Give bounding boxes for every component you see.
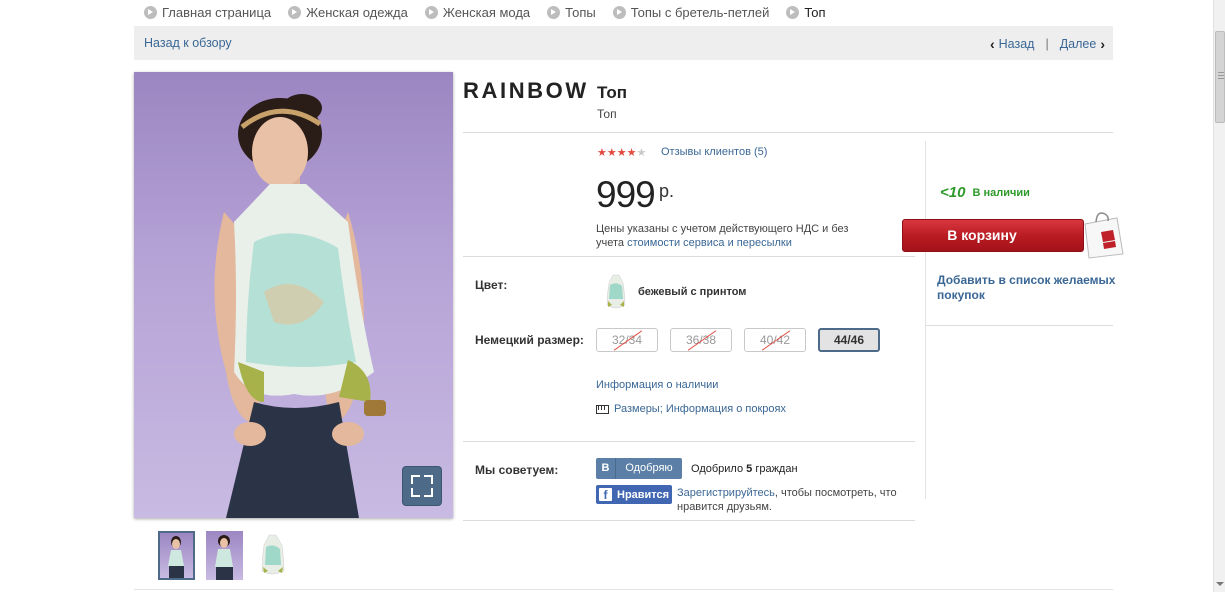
next-product-link[interactable]: Далее [1060,37,1097,51]
vk-like-count: Одобрило 5 граждан [691,463,798,475]
chevron-right-icon [424,5,438,19]
chevron-right-icon [612,5,626,19]
shopping-bag-icon [1084,212,1124,259]
size-info-link[interactable]: Размеры; Информация о покроях [614,403,786,415]
grip-line [1218,78,1224,79]
expand-icon [411,475,420,484]
add-to-wishlist-link[interactable]: Добавить в список желаемых покупок [937,273,1117,303]
vk-count-prefix: Одобрило [691,463,747,475]
color-swatch[interactable] [606,273,626,311]
divider [926,325,1113,326]
star-icon: ★ [606,147,617,159]
chevron-right-icon: › [1100,36,1105,52]
product-main-image[interactable] [134,72,453,518]
stock-quantity: <10 [940,184,966,201]
size-info-row: Размеры; Информация о покроях [596,403,786,415]
back-to-overview-link[interactable]: Назад к обзору [144,36,232,50]
size-option-40-42[interactable]: 40/42 [744,328,806,352]
price-value: 999 [596,174,656,215]
divider [463,520,915,521]
customer-reviews-link[interactable]: Отзывы клиентов (5) [661,146,767,158]
star-icon: ★ [597,147,607,159]
star-icon: ★ [616,147,627,159]
model-illustration [214,94,386,518]
thumbnail-2[interactable] [206,531,243,580]
recommend-label: Мы советуем: [475,463,559,477]
brand-logo[interactable]: RAINBOW [463,78,589,104]
pager-separator: | [1045,37,1049,51]
divider [463,441,915,442]
star-empty-icon: ★ [636,147,647,159]
breadcrumb-item-womens-clothing[interactable]: Женская одежда [288,5,408,20]
size-option-label: 44/46 [833,333,865,347]
breadcrumb-item-tops[interactable]: Топы [547,5,596,20]
column-divider [925,141,926,499]
divider [134,589,1113,590]
ruler-icon [596,404,609,414]
breadcrumb: Главная страница Женская одежда Женская … [144,4,843,20]
scroll-down-arrow-icon[interactable] [1216,582,1224,586]
expand-icon-corner [424,475,433,484]
price-currency: р. [659,181,675,201]
product-title: Топ [597,83,627,102]
thumbnail-image [215,535,233,580]
facebook-like-button[interactable]: f Нравится [596,485,672,504]
thumbnail-strip [158,531,302,580]
grip-line [1218,75,1224,76]
thumbnail-image [168,536,184,578]
chevron-left-icon: ‹ [989,36,995,52]
size-option-32-34[interactable]: 32/34 [596,328,658,352]
vk-count-suffix: граждан [752,463,798,475]
stock-status: <10 В наличии [940,184,1030,201]
facebook-register-link[interactable]: Зарегистрируйтесь [677,487,775,499]
size-option-44-46[interactable]: 44/46 [818,328,880,352]
size-option-36-38[interactable]: 36/38 [670,328,732,352]
pager: ‹ Назад | Далее › [990,36,1105,52]
divider [463,132,1113,133]
expand-icon-corner [424,488,433,497]
breadcrumb-item-halter-tops[interactable]: Топы с бретель-петлей [612,5,769,20]
thumbnail-3[interactable] [254,531,291,580]
availability-info-link[interactable]: Информация о наличии [596,379,718,391]
chevron-right-icon [547,5,561,19]
breadcrumb-item-current: Топ [786,5,826,20]
facebook-signup-text: Зарегистрируйтесь, чтобы посмотреть, что… [677,486,902,514]
vk-like-label: Одобряю [625,462,673,474]
thumbnail-image [261,534,285,575]
size-label: Немецкий размер: [475,333,584,347]
expand-icon-corner [411,488,420,497]
navigation-bar: Назад к обзору ‹ Назад | Далее › [134,26,1113,60]
thumbnail-1[interactable] [158,531,195,580]
zoom-fullscreen-button[interactable] [402,466,442,506]
grip-line [1218,72,1224,73]
chevron-right-icon [786,5,800,19]
rating-stars: ★★★★★ [597,146,646,159]
breadcrumb-item-home[interactable]: Главная страница [144,5,271,20]
scrollbar-thumb[interactable] [1215,31,1225,123]
price-note: Цены указаны с учетом действующего НДС и… [596,222,866,250]
color-label: Цвет: [475,278,508,292]
chevron-right-icon [288,5,302,19]
previous-product-link[interactable]: Назад [999,37,1035,51]
product-subtitle: Топ [597,107,617,121]
divider [463,256,915,257]
breadcrumb-item-womens-fashion[interactable]: Женская мода [424,5,530,20]
color-value: бежевый с принтом [638,286,747,298]
stock-text: В наличии [972,186,1030,199]
chevron-right-icon [144,5,157,19]
page-scrollbar[interactable] [1213,0,1225,592]
star-icon: ★ [626,147,637,159]
add-to-cart-button[interactable]: В корзину [902,219,1084,252]
vk-icon: В [596,458,616,479]
facebook-icon: f [599,488,612,502]
vk-like-button[interactable]: В Одобряю [596,458,682,479]
facebook-like-label: Нравится [617,488,670,501]
shipping-costs-link[interactable]: стоимости сервиса и пересылки [627,237,792,249]
